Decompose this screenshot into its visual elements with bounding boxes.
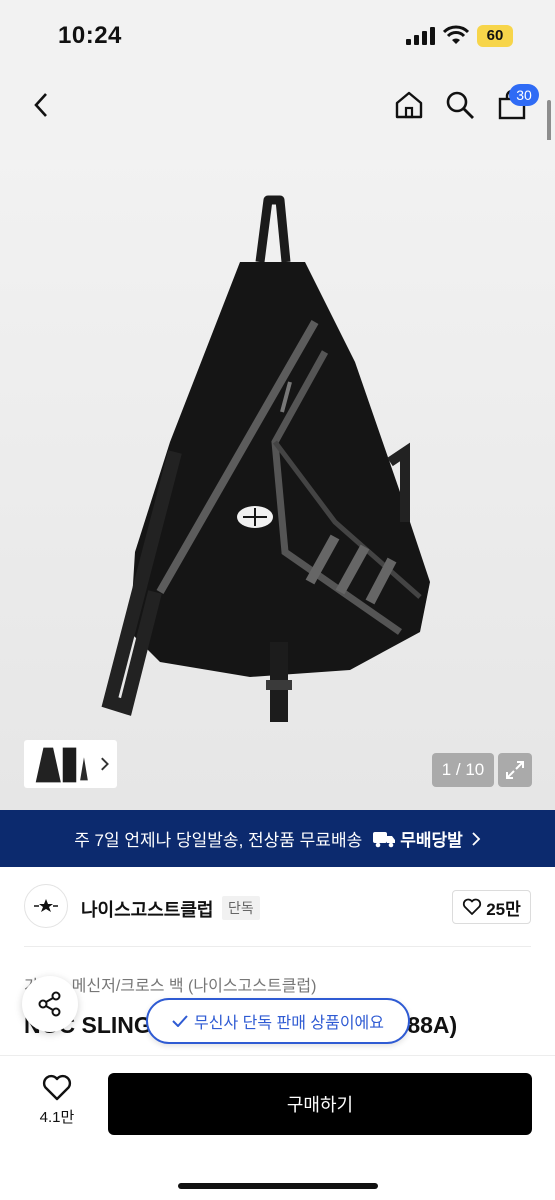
home-icon [395, 91, 423, 119]
wishlist-count: 4.1만 [39, 1109, 75, 1126]
status-bar: 10:24 60 [0, 0, 555, 70]
brand-name[interactable]: 나이스고스트클럽 [81, 896, 213, 922]
thumbnail-image[interactable] [28, 743, 94, 785]
banner-text: 주 7일 언제나 당일발송, 전상품 무료배송 [74, 831, 363, 850]
heart-icon [463, 898, 482, 915]
chevron-right-icon [472, 831, 481, 846]
brand-like-button[interactable]: 25만 [452, 890, 531, 924]
heart-icon [42, 1074, 72, 1101]
share-button[interactable] [22, 976, 78, 1032]
ghost-star-logo [34, 899, 58, 912]
page-indicator: 1 / 10 [432, 753, 494, 787]
chevron-right-icon[interactable] [96, 755, 113, 773]
share-icon [38, 991, 61, 1017]
home-indicator [178, 1183, 378, 1189]
wishlist-button[interactable]: 4.1만 [30, 1074, 84, 1138]
divider [24, 946, 531, 947]
brand-row: 나이스고스트클럽 단독 25만 [0, 884, 555, 930]
chevron-left-icon [34, 93, 47, 117]
delivery-banner[interactable]: 주 7일 언제나 당일발송, 전상품 무료배송 무배당발 [0, 810, 555, 867]
brand-like-count: 25만 [486, 899, 521, 919]
back-button[interactable] [24, 88, 58, 122]
cart-badge: 30 [509, 84, 539, 106]
battery-indicator: 60 [477, 25, 513, 47]
exclusive-tag: 단독 [222, 896, 260, 920]
check-icon [172, 1015, 188, 1027]
exclusive-toast: 무신사 단독 판매 상품이에요 [146, 998, 410, 1044]
banner-brand: 무배당발 [372, 826, 463, 851]
wifi-icon [443, 25, 469, 44]
banner-brand-label: 무배당발 [400, 831, 463, 850]
product-gallery[interactable]: 1 / 10 [0, 140, 555, 812]
expand-icon [506, 761, 524, 779]
status-time: 10:24 [58, 22, 122, 49]
search-button[interactable] [443, 88, 477, 122]
truck-icon [373, 831, 396, 847]
search-icon [446, 91, 474, 119]
bottom-action-bar: 4.1만 구매하기 [0, 1055, 555, 1200]
signal-icon [406, 27, 435, 45]
buy-button[interactable]: 구매하기 [108, 1073, 532, 1135]
thumbnail-strip[interactable] [24, 740, 117, 788]
brand-logo[interactable] [24, 884, 68, 928]
home-button[interactable] [392, 88, 426, 122]
toast-text: 무신사 단독 판매 상품이에요 [194, 1015, 384, 1032]
product-image [101, 195, 430, 722]
nav-bar [0, 70, 555, 140]
expand-button[interactable] [498, 753, 532, 787]
